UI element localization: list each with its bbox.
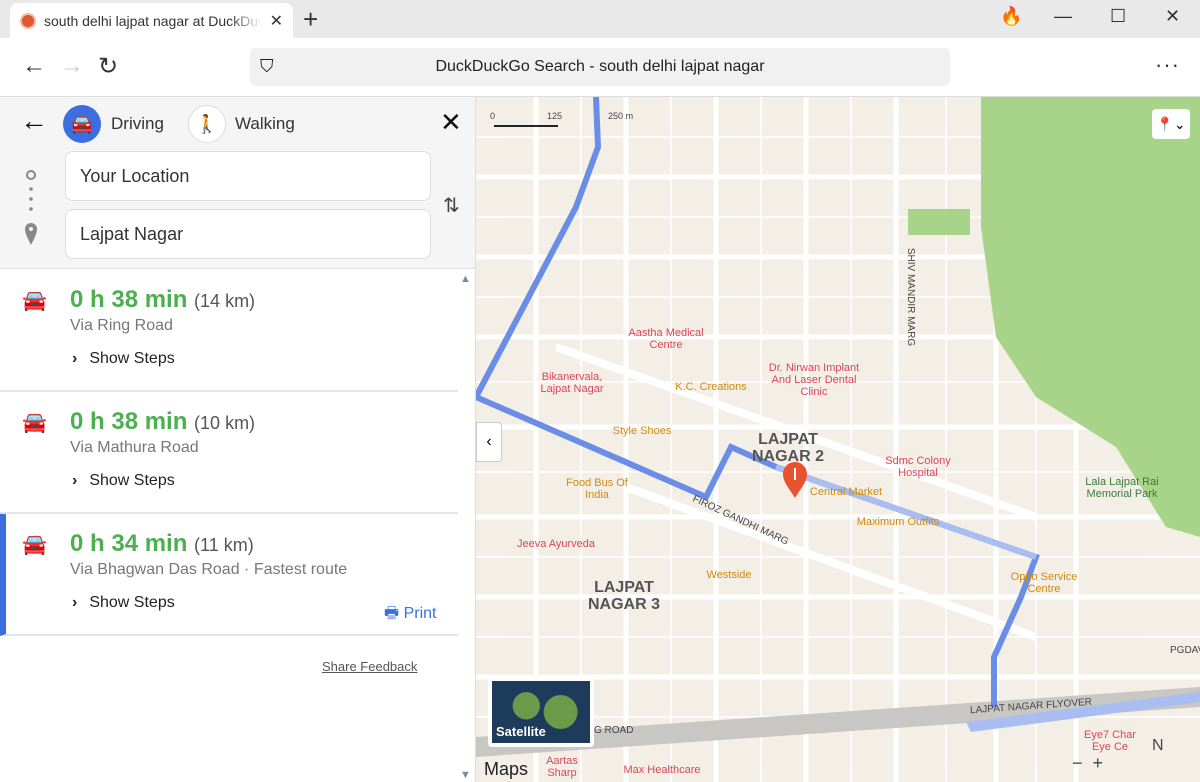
poi-label[interactable]: Oppo Service Centre bbox=[1004, 571, 1084, 595]
swap-locations-button[interactable]: ⇅ bbox=[443, 193, 460, 218]
show-steps-button[interactable]: › Show Steps bbox=[72, 594, 175, 612]
destination-pin-icon[interactable] bbox=[780, 460, 810, 500]
close-tab-icon[interactable]: ✕ bbox=[270, 11, 283, 31]
road-label: G ROAD bbox=[594, 725, 634, 736]
car-icon: 🚘 bbox=[22, 290, 47, 312]
poi-label[interactable]: Central Market bbox=[806, 486, 886, 498]
chevron-right-icon: › bbox=[72, 594, 78, 611]
compass-button[interactable]: N bbox=[1152, 737, 1164, 755]
route-via: Via Ring Road bbox=[70, 317, 173, 334]
poi-label[interactable]: Max Healthcare bbox=[612, 764, 712, 776]
directions-header: ← 🚘 Driving 🚶 Walking ✕ Your Location La… bbox=[0, 97, 475, 269]
poi-label[interactable]: Eye7 Char Eye Ce bbox=[1080, 729, 1140, 753]
shield-icon[interactable]: ⛉ bbox=[260, 56, 274, 77]
show-steps-button[interactable]: › Show Steps bbox=[72, 472, 175, 490]
close-directions-button[interactable]: ✕ bbox=[440, 107, 462, 138]
scroll-down-arrow[interactable]: ▼ bbox=[460, 769, 471, 781]
location-pin-icon: 📍⌄ bbox=[1156, 115, 1186, 132]
poi-label[interactable]: PGDAV bbox=[1170, 645, 1200, 657]
scroll-up-arrow[interactable]: ▲ bbox=[460, 273, 471, 285]
origin-input[interactable]: Your Location bbox=[65, 151, 431, 201]
map-scale: 0 125 250 m bbox=[490, 111, 634, 121]
poi-label[interactable]: K.C. Creations bbox=[666, 381, 756, 393]
fire-icon[interactable]: 🔥 bbox=[1000, 6, 1022, 27]
duckduckgo-favicon-icon bbox=[20, 12, 36, 29]
walking-icon: 🚶 bbox=[195, 113, 219, 134]
car-icon: 🚘 bbox=[22, 412, 47, 434]
chevron-right-icon: › bbox=[72, 472, 78, 489]
driving-label[interactable]: Driving bbox=[111, 114, 164, 134]
driving-mode-button[interactable]: 🚘 bbox=[63, 105, 101, 143]
share-feedback-link[interactable]: Share Feedback bbox=[322, 659, 417, 674]
route-option[interactable]: 🚘 0 h 38 min (10 km) Via Mathura Road › S… bbox=[0, 392, 458, 514]
location-button[interactable]: 📍⌄ bbox=[1152, 109, 1190, 139]
print-button[interactable]: 🖶 Print bbox=[384, 602, 436, 629]
park-area bbox=[908, 209, 970, 235]
map-view[interactable]: 0 125 250 m 📍⌄ ‹ Aastha Medical Centre Dr.… bbox=[476, 97, 1200, 782]
route-dots-icon bbox=[25, 170, 37, 245]
zoom-out-button[interactable]: − bbox=[1072, 753, 1083, 773]
poi-label[interactable]: Aastha Medical Centre bbox=[616, 327, 716, 351]
route-option[interactable]: 🚘 0 h 38 min (14 km) Via Ring Road › Show… bbox=[0, 270, 458, 392]
route-via: Via Bhagwan Das Road · Fastest route bbox=[70, 561, 348, 578]
chevron-right-icon: › bbox=[72, 350, 78, 367]
back-arrow-button[interactable]: ← bbox=[20, 105, 48, 137]
destination-input[interactable]: Lajpat Nagar bbox=[65, 209, 431, 259]
poi-label[interactable]: Lala Lajpat Rai Memorial Park bbox=[1072, 476, 1172, 500]
poi-label[interactable]: Sdmc Colony Hospital bbox=[870, 455, 966, 479]
close-window-button[interactable]: ✕ bbox=[1165, 6, 1180, 27]
apple-maps-logo: Maps bbox=[484, 759, 529, 779]
car-icon: 🚘 bbox=[22, 534, 47, 556]
tab-title: south delhi lajpat nagar at DuckDuckGo bbox=[44, 12, 262, 29]
zoom-in-button[interactable]: + bbox=[1093, 753, 1104, 773]
directions-panel: ← 🚘 Driving 🚶 Walking ✕ Your Location La… bbox=[0, 97, 476, 782]
poi-label[interactable]: Food Bus Of India bbox=[562, 477, 632, 501]
route-distance: (14 km) bbox=[194, 291, 256, 311]
walking-label[interactable]: Walking bbox=[235, 114, 295, 134]
show-steps-button[interactable]: › Show Steps bbox=[72, 350, 175, 368]
more-menu-button[interactable]: ··· bbox=[1155, 52, 1180, 78]
minimize-button[interactable]: — bbox=[1054, 6, 1072, 27]
chevron-left-icon: ‹ bbox=[486, 433, 492, 450]
forward-button[interactable]: → bbox=[60, 52, 84, 80]
reload-button[interactable]: ↻ bbox=[98, 52, 118, 81]
route-distance: (11 km) bbox=[194, 535, 254, 555]
new-tab-button[interactable]: + bbox=[303, 4, 318, 35]
poi-label[interactable]: Jeeva Ayurveda bbox=[506, 538, 606, 550]
poi-label[interactable]: Bikanervala, Lajpat Nagar bbox=[532, 371, 612, 395]
address-bar[interactable]: ⛉ DuckDuckGo Search - south delhi lajpat… bbox=[250, 48, 950, 86]
route-via: Via Mathura Road bbox=[70, 439, 199, 456]
route-duration: 0 h 38 min (10 km) bbox=[70, 408, 256, 435]
route-duration: 0 h 34 min (11 km) bbox=[70, 530, 254, 557]
poi-label[interactable]: Aartas Sharp bbox=[532, 755, 592, 779]
address-toolbar: ← → ↻ ⛉ DuckDuckGo Search - south delhi … bbox=[0, 38, 1200, 97]
browser-tab[interactable]: south delhi lajpat nagar at DuckDuckGo ✕ bbox=[10, 3, 293, 38]
area-label: LAJPAT NAGAR 3 bbox=[588, 579, 661, 613]
poi-label[interactable]: Style Shoes bbox=[604, 425, 680, 437]
maximize-button[interactable]: ☐ bbox=[1110, 6, 1126, 27]
back-button[interactable]: ← bbox=[22, 52, 46, 80]
poi-label[interactable]: Dr. Nirwan Implant And Laser Dental Clin… bbox=[766, 362, 862, 398]
printer-icon: 🖶 bbox=[384, 605, 400, 622]
route-distance: (10 km) bbox=[194, 413, 256, 433]
route-line bbox=[476, 97, 1040, 707]
zoom-controls: − + bbox=[1072, 753, 1103, 774]
collapse-panel-button[interactable]: ‹ bbox=[476, 422, 502, 462]
address-text: DuckDuckGo Search - south delhi lajpat n… bbox=[435, 58, 765, 75]
route-option-selected[interactable]: 🚘 0 h 34 min (11 km) Via Bhagwan Das Roa… bbox=[0, 514, 458, 636]
car-icon: 🚘 bbox=[70, 113, 94, 134]
route-duration: 0 h 38 min (14 km) bbox=[70, 286, 256, 313]
poi-label[interactable]: Westside bbox=[694, 569, 764, 581]
poi-label[interactable]: Maximum Outfits bbox=[848, 516, 948, 528]
walking-mode-button[interactable]: 🚶 bbox=[188, 105, 226, 143]
road-label: SHIV MANDIR MARG bbox=[905, 247, 916, 347]
tab-bar: south delhi lajpat nagar at DuckDuckGo ✕… bbox=[0, 0, 1200, 38]
satellite-toggle[interactable]: Satellite bbox=[488, 677, 594, 747]
